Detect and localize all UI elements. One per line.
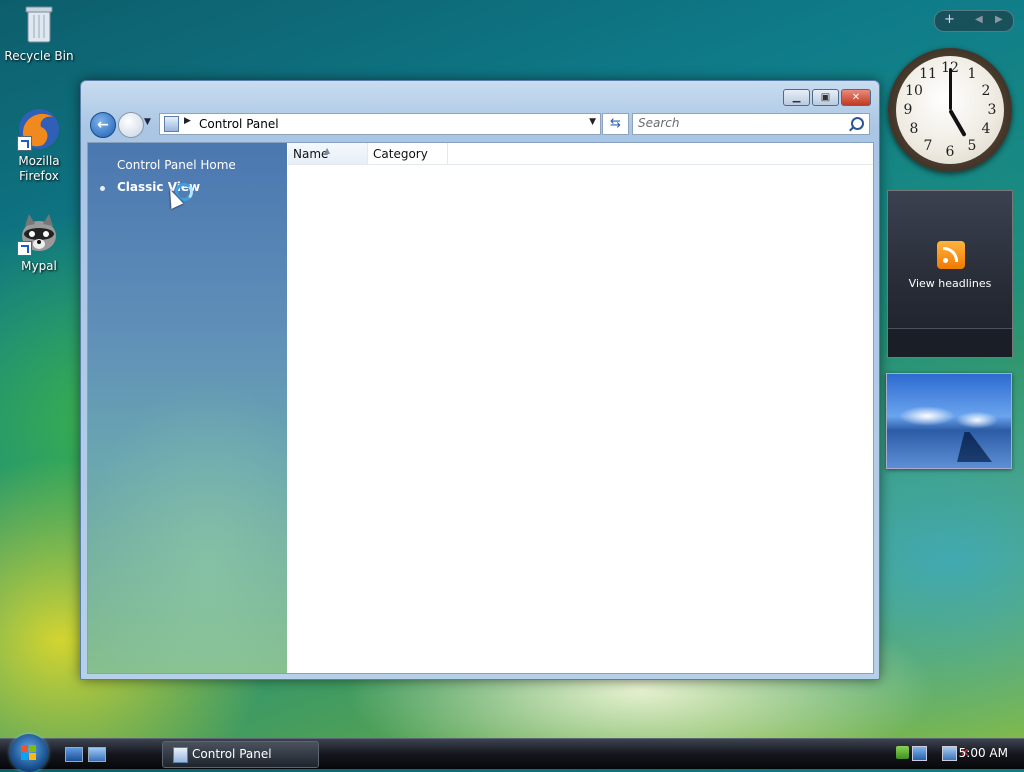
clock-hour-hand [948,109,967,137]
desktop-icon-label: Mypal [21,259,57,273]
next-page-icon[interactable]: ▶ [995,14,1003,25]
refresh-button[interactable]: ⇆ [602,113,629,135]
control-panel-icon [164,116,179,132]
refresh-icon: ⇆ [610,116,621,131]
desktop-icon-firefox[interactable]: Mozilla Firefox [3,107,75,184]
close-button[interactable]: ✕ [841,89,871,106]
mypal-raccoon-icon [17,212,61,256]
control-panel-icon [173,747,188,763]
clock-minute-hand [948,68,952,110]
slideshow-gadget[interactable] [886,373,1012,469]
view-headlines-label[interactable]: View headlines [888,277,1012,290]
gadget-footer [888,328,1012,357]
search-input[interactable] [633,114,838,132]
sidebar-controls: + ◀ ▶ [934,10,1014,32]
control-panel-home-link[interactable]: Control Panel Home [117,158,236,172]
desktop-icon-label: Mozilla Firefox [18,154,60,183]
shortcut-arrow-icon [17,241,32,256]
maximize-button[interactable]: ▣ [812,89,839,106]
firefox-icon [17,107,61,151]
show-desktop-icon[interactable] [65,747,83,762]
search-box[interactable] [632,113,870,135]
minimize-icon: ▁ [792,92,801,103]
sort-ascending-icon: ▲ [324,146,331,155]
taskbar: Control Panel ✕ 5:00 AM [0,734,1024,772]
window-content: Control Panel Home Classic View ▲ Name C… [87,142,874,674]
notification-area: ✕ 5:00 AM [872,739,1024,769]
column-header-label: Category [373,147,428,161]
taskbar-button-control-panel[interactable]: Control Panel [162,741,319,768]
taskbar-button-label: Control Panel [192,747,272,761]
breadcrumb-control-panel[interactable]: Control Panel [199,117,279,131]
clock-face: 12 1 2 3 4 5 6 7 8 9 10 11 [896,56,1004,164]
chevron-down-icon: ▼ [144,117,151,127]
address-bar[interactable]: ▶ Control Panel ▼ [159,113,601,135]
previous-page-icon[interactable]: ◀ [975,14,983,25]
navigation-bar: ← ▼ ▶ Control Panel ▼ ⇆ [89,111,871,138]
forward-button[interactable] [118,112,144,138]
desktop-icon-recycle-bin[interactable]: Recycle Bin [3,2,75,64]
task-pane: Control Panel Home Classic View [88,143,287,673]
windows-update-icon[interactable] [912,746,927,761]
taskbar-clock[interactable]: 5:00 AM [959,746,1008,760]
breadcrumb-separator-icon[interactable]: ▶ [184,116,191,126]
add-gadget-icon[interactable]: + [944,12,955,27]
start-button[interactable] [10,734,48,772]
slideshow-picture [957,432,992,462]
close-icon: ✕ [851,92,861,103]
shortcut-arrow-icon [17,136,32,151]
column-headers: ▲ Name Category [288,143,873,165]
security-center-icon[interactable] [896,746,909,759]
column-header-category[interactable]: Category [368,143,448,164]
network-icon[interactable] [942,746,957,761]
items-list-pane[interactable]: ▲ Name Category [288,143,873,673]
search-icon[interactable] [851,117,864,130]
control-panel-window: ▁ ▣ ✕ ← ▼ ▶ Control Panel ▼ ⇆ Control Pa… [80,80,880,680]
selected-bullet-icon [100,186,105,191]
column-header-name[interactable]: ▲ Name [288,143,368,164]
recent-pages-dropdown[interactable]: ▼ [144,117,154,129]
address-dropdown-icon[interactable]: ▼ [589,117,596,127]
recycle-bin-icon [17,2,61,46]
switch-windows-icon[interactable] [88,747,106,762]
minimize-button[interactable]: ▁ [783,89,810,106]
desktop-icon-label: Recycle Bin [4,49,74,63]
back-button[interactable]: ← [90,112,116,138]
feed-headlines-gadget[interactable]: View headlines [887,190,1013,358]
rss-feed-icon [937,241,965,269]
clock-gadget[interactable]: 12 1 2 3 4 5 6 7 8 9 10 11 [888,48,1012,172]
caption-buttons: ▁ ▣ ✕ [781,89,871,106]
windows-logo-icon [21,745,37,761]
desktop-icon-mypal[interactable]: Mypal [3,212,75,274]
maximize-icon: ▣ [820,92,831,103]
back-arrow-icon: ← [97,117,109,133]
